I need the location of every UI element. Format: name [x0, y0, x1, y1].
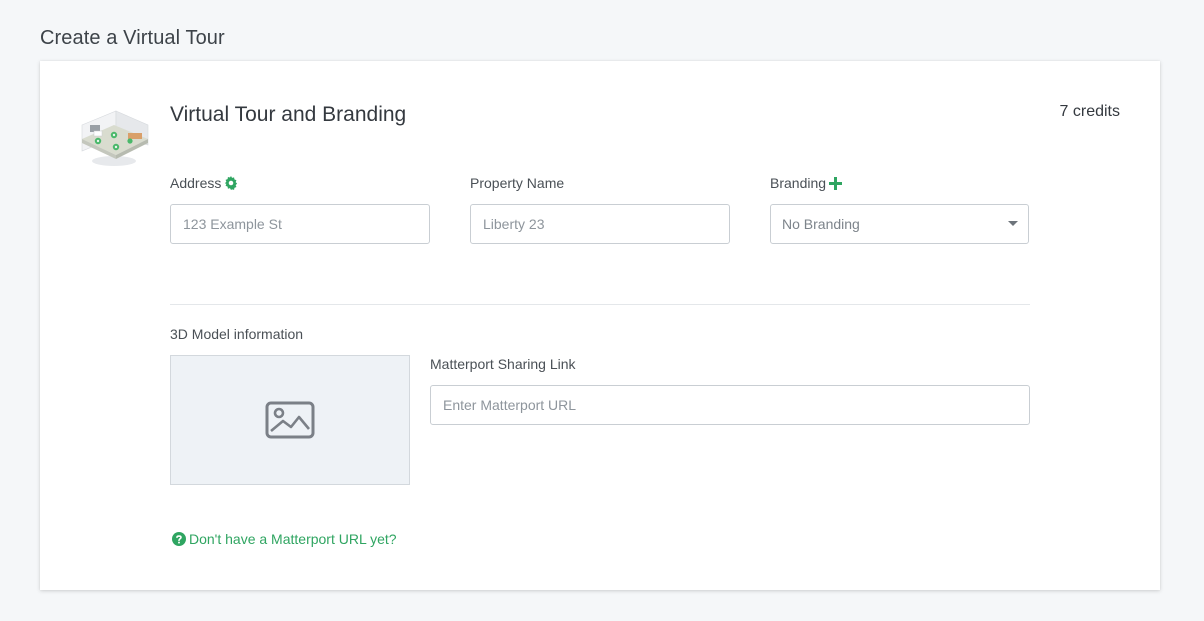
branding-label: Branding [770, 174, 843, 192]
chevron-down-icon [1008, 221, 1018, 226]
section-divider [170, 304, 1030, 305]
question-circle-icon [172, 532, 186, 546]
address-label: Address [170, 174, 238, 192]
matterport-help-link[interactable]: Don't have a Matterport URL yet? [172, 531, 397, 547]
credits-balance: 7 credits [1059, 103, 1120, 120]
page-title: Create a Virtual Tour [40, 27, 225, 49]
branding-selected-value: No Branding [782, 216, 860, 232]
model-thumbnail [170, 355, 410, 485]
room-illustration-icon [81, 110, 149, 166]
image-placeholder-icon [265, 401, 315, 439]
address-input[interactable] [170, 204, 430, 244]
matterport-link-label: Matterport Sharing Link [430, 356, 576, 372]
help-link-text: Don't have a Matterport URL yet? [189, 531, 397, 547]
section-heading: Virtual Tour and Branding [170, 103, 407, 126]
property-name-label: Property Name [470, 175, 565, 191]
virtual-tour-card: Virtual Tour and Branding 7 credits Addr… [40, 61, 1160, 590]
matterport-url-input[interactable] [430, 385, 1030, 425]
model-info-label: 3D Model information [170, 326, 304, 342]
branding-label-text: Branding [770, 175, 827, 191]
property-name-input[interactable] [470, 204, 730, 244]
plus-icon[interactable] [829, 176, 843, 190]
gear-icon[interactable] [224, 176, 238, 190]
address-label-text: Address [170, 175, 222, 191]
branding-select[interactable]: No Branding [770, 204, 1029, 244]
